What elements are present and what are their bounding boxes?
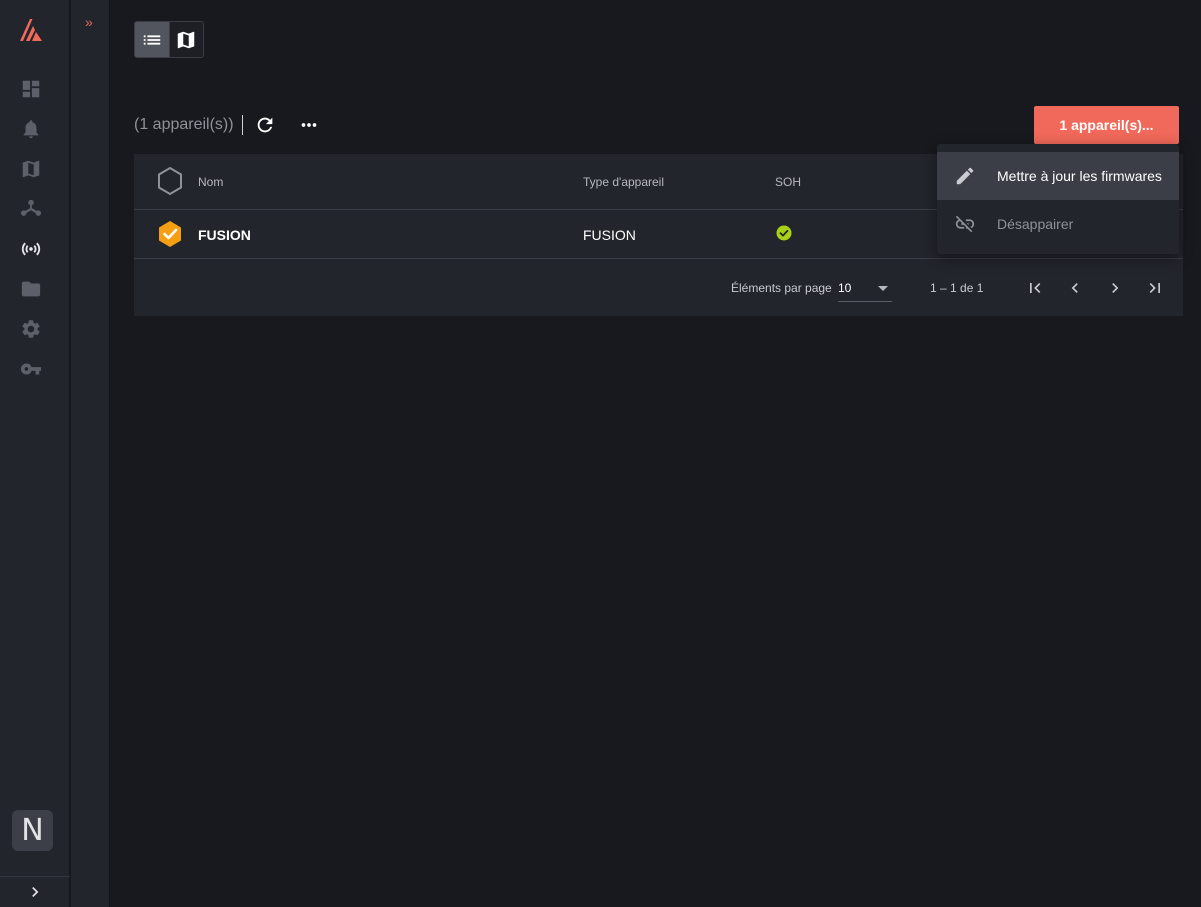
selected-hexagon-check-icon[interactable] bbox=[156, 219, 184, 249]
items-per-page-label: Éléments par page bbox=[731, 281, 832, 295]
actions-menu: Mettre à jour les firmwares Désappairer bbox=[937, 144, 1179, 254]
collapse-sidebar-button[interactable] bbox=[0, 876, 70, 907]
page-range: 1 – 1 de 1 bbox=[930, 281, 984, 295]
last-page-button[interactable] bbox=[1145, 278, 1165, 298]
menu-item-label: Désappairer bbox=[997, 216, 1074, 232]
more-horizontal-icon bbox=[301, 123, 317, 127]
network-icon[interactable] bbox=[19, 197, 43, 221]
chevron-left-icon bbox=[1071, 283, 1078, 293]
folder-icon[interactable] bbox=[19, 277, 43, 301]
selected-devices-actions-button[interactable]: 1 appareil(s)... bbox=[1034, 106, 1179, 144]
menu-item-update-firmware[interactable]: Mettre à jour les firmwares bbox=[937, 152, 1179, 200]
column-header-name[interactable]: Nom bbox=[198, 175, 223, 189]
device-count: (1 appareil(s)) bbox=[134, 116, 234, 133]
first-page-button[interactable] bbox=[1025, 278, 1045, 298]
list-view-button[interactable] bbox=[135, 22, 169, 57]
list-icon bbox=[143, 34, 160, 45]
column-header-soh[interactable]: SOH bbox=[775, 175, 801, 189]
map-icon[interactable] bbox=[19, 157, 43, 181]
map-view-button[interactable] bbox=[168, 22, 203, 57]
refresh-icon bbox=[257, 117, 273, 133]
menu-item-label: Mettre à jour les firmwares bbox=[997, 168, 1162, 184]
chevron-right-icon bbox=[1112, 283, 1119, 293]
app-logo-icon[interactable] bbox=[17, 16, 45, 44]
first-page-icon bbox=[1030, 283, 1041, 293]
link-off-icon bbox=[954, 213, 976, 235]
caret-down-icon bbox=[878, 286, 888, 291]
main-sidebar: N bbox=[0, 0, 70, 907]
broadcast-icon[interactable] bbox=[19, 237, 43, 261]
toolbar-divider bbox=[242, 115, 243, 135]
last-page-icon bbox=[1149, 283, 1160, 293]
menu-item-unpair[interactable]: Désappairer bbox=[937, 200, 1179, 248]
bell-icon[interactable] bbox=[19, 117, 43, 141]
gear-icon[interactable] bbox=[19, 317, 43, 341]
view-toggle bbox=[134, 21, 204, 58]
expand-panel-button[interactable]: » bbox=[85, 14, 93, 30]
select-all-hexagon-icon[interactable] bbox=[156, 166, 184, 196]
secondary-sidebar: » bbox=[71, 0, 110, 907]
more-options-button[interactable] bbox=[298, 114, 320, 136]
key-icon[interactable] bbox=[19, 357, 43, 381]
dashboard-icon[interactable] bbox=[19, 77, 43, 101]
user-avatar[interactable]: N bbox=[12, 810, 53, 851]
chevron-right-icon bbox=[32, 887, 39, 897]
device-name[interactable]: FUSION bbox=[198, 227, 251, 243]
map-icon bbox=[178, 31, 195, 48]
soh-ok-icon bbox=[776, 225, 792, 241]
next-page-button[interactable] bbox=[1105, 278, 1125, 298]
items-per-page-value: 10 bbox=[838, 281, 852, 295]
pencil-icon bbox=[954, 165, 976, 187]
device-type: FUSION bbox=[583, 227, 636, 243]
items-per-page-select[interactable]: 10 bbox=[838, 274, 892, 302]
previous-page-button[interactable] bbox=[1065, 278, 1085, 298]
column-header-device-type[interactable]: Type d'appareil bbox=[583, 175, 664, 189]
refresh-button[interactable] bbox=[254, 114, 276, 136]
paginator: Éléments par page 10 1 – 1 de 1 bbox=[134, 260, 1183, 316]
